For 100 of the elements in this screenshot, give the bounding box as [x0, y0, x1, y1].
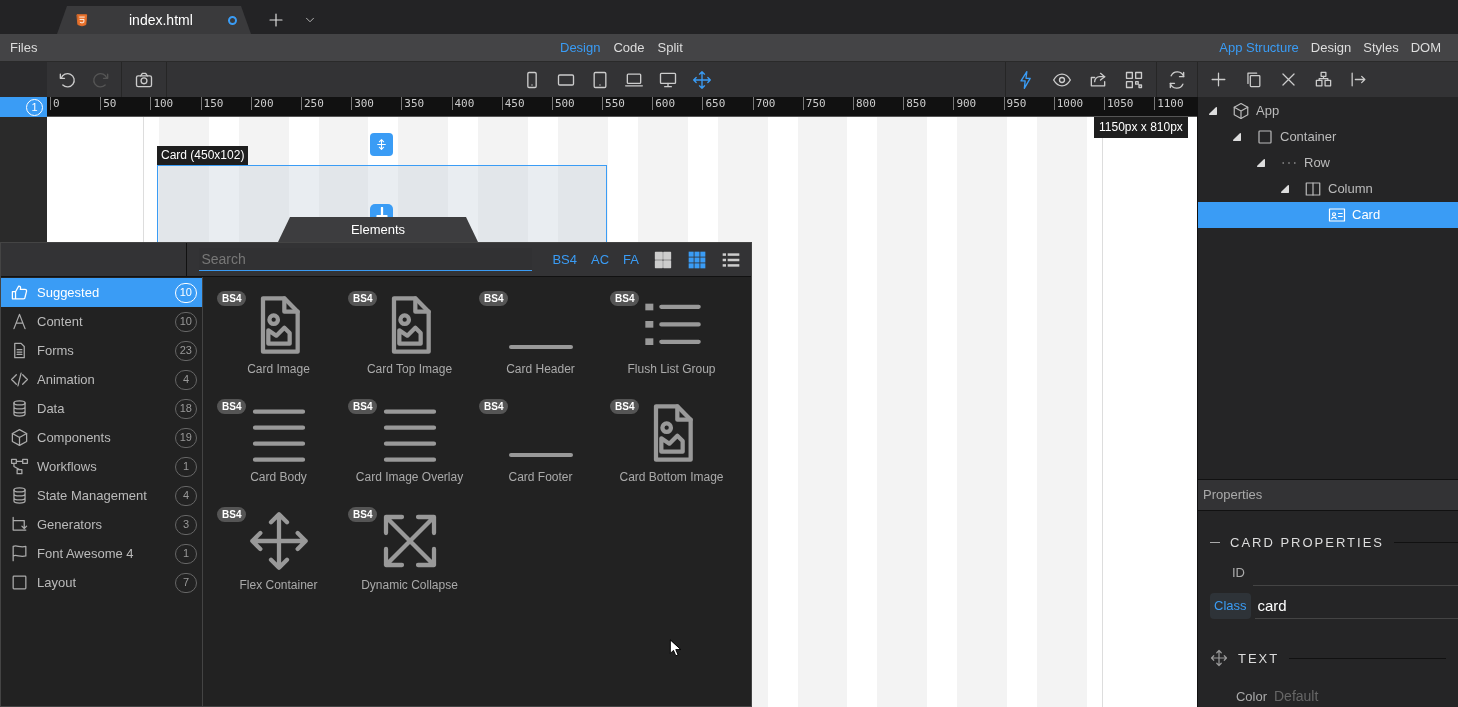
- ruler-label: 50: [100, 97, 151, 110]
- ruler-label: 0: [50, 97, 101, 110]
- element-tile[interactable]: BS4 Flush List Group: [606, 289, 737, 397]
- ruler-label: 1050: [1103, 97, 1155, 110]
- ruler-label: 350: [401, 97, 452, 110]
- qr-code-icon[interactable]: [1124, 69, 1144, 90]
- section-title: TEXT: [1238, 649, 1280, 668]
- category-item[interactable]: Animation 4: [1, 365, 202, 394]
- category-label: Layout: [37, 573, 78, 592]
- expand-triangle-icon[interactable]: [1208, 106, 1218, 116]
- panel-tab[interactable]: Elements: [278, 217, 478, 242]
- expand-triangle-icon[interactable]: [1232, 132, 1242, 142]
- badge: BS4: [479, 399, 509, 414]
- category-item[interactable]: Generators 3: [1, 510, 202, 539]
- cube-icon: [1232, 102, 1250, 120]
- element-tile[interactable]: BS4 Flex Container: [213, 505, 344, 613]
- category-label: Components: [37, 428, 112, 447]
- tile-label: Dynamic Collapse: [361, 577, 458, 594]
- expand-triangle-icon[interactable]: [1256, 158, 1266, 168]
- small-grid-icon[interactable]: [687, 249, 707, 270]
- cube-icon: [10, 428, 29, 447]
- selection-label: Card (450x102): [157, 146, 249, 165]
- tree-item[interactable]: Column: [1198, 176, 1458, 202]
- tile-label: Card Image: [247, 361, 310, 378]
- badge: BS4: [348, 507, 378, 522]
- category-item[interactable]: Components 19: [1, 423, 202, 452]
- category-item[interactable]: Content 10: [1, 307, 202, 336]
- ruler-label: 700: [752, 97, 803, 110]
- add-button[interactable]: [370, 204, 393, 217]
- panel-tab[interactable]: DOM: [1410, 37, 1441, 58]
- crop-icon: [10, 515, 29, 534]
- move-icon: [1210, 649, 1228, 668]
- dots-icon: [1282, 161, 1296, 165]
- arrow-bar-icon[interactable]: [1349, 70, 1368, 89]
- tree-item[interactable]: Row: [1198, 150, 1458, 176]
- filter-link[interactable]: FA: [623, 249, 639, 270]
- add-tab-icon[interactable]: [267, 11, 285, 29]
- document-tab[interactable]: index.html: [57, 6, 251, 34]
- badge: BS4: [610, 399, 640, 414]
- expand-triangle-icon[interactable]: [1280, 184, 1290, 194]
- ruler-label: 550: [602, 97, 653, 110]
- move-icon[interactable]: [692, 69, 712, 90]
- delete-icon[interactable]: [1279, 70, 1298, 89]
- thumbs-up-icon: [10, 283, 29, 302]
- panel-tab[interactable]: Design: [1310, 37, 1352, 58]
- view-tab[interactable]: Split: [657, 37, 683, 58]
- columns-icon: [1304, 180, 1322, 198]
- element-tile[interactable]: BS4 Card Bottom Image: [606, 397, 737, 505]
- category-item[interactable]: Layout 7: [1, 568, 202, 597]
- category-label: Font Awesome 4: [37, 544, 135, 563]
- ruler-label: 750: [802, 97, 853, 110]
- files-button[interactable]: Files: [0, 37, 47, 58]
- tree-label: Container: [1280, 128, 1337, 147]
- element-tile[interactable]: BS4 Dynamic Collapse: [344, 505, 475, 613]
- tree-label: Card: [1352, 206, 1381, 225]
- ruler-label: 250: [300, 97, 352, 110]
- category-label: Suggested: [37, 283, 101, 302]
- category-item[interactable]: State Management 4: [1, 481, 202, 510]
- category-item[interactable]: Forms 23: [1, 336, 202, 365]
- tile-label: Card Top Image: [366, 361, 453, 378]
- input-field[interactable]: card: [1254, 592, 1458, 619]
- panel-title: Properties: [1203, 486, 1263, 504]
- ruler-label: 950: [1003, 97, 1054, 110]
- insert-above-button[interactable]: [370, 133, 393, 156]
- view-tab[interactable]: Code: [613, 37, 645, 58]
- category-item[interactable]: Workflows 1: [1, 452, 202, 481]
- element-tile[interactable]: BS4 Card Top Image: [344, 289, 475, 397]
- element-tile[interactable]: BS4 Card Body: [213, 397, 344, 505]
- field-label: Color: [1235, 687, 1267, 706]
- category-label: Generators: [37, 515, 104, 534]
- badge: BS4: [217, 507, 247, 522]
- element-tile[interactable]: BS4 Card Image Overlay: [344, 397, 475, 505]
- category-item[interactable]: Data 18: [1, 394, 202, 423]
- filter-link[interactable]: BS4: [552, 249, 578, 270]
- section-title: CARD PROPERTIES: [1230, 534, 1384, 552]
- tree-label: App: [1256, 102, 1280, 121]
- badge: BS4: [348, 291, 378, 306]
- refresh-icon[interactable]: [1167, 69, 1187, 90]
- category-label: Workflows: [37, 457, 98, 476]
- category-item[interactable]: Font Awesome 4 1: [1, 539, 202, 568]
- html5-icon: [75, 12, 89, 28]
- tree-item[interactable]: Container: [1198, 124, 1458, 150]
- tree-label: Row: [1304, 154, 1330, 173]
- add-icon[interactable]: [1209, 70, 1228, 89]
- move-vertical-icon: [375, 137, 388, 152]
- tree-item[interactable]: App: [1198, 98, 1458, 124]
- category-label: Data: [37, 399, 66, 418]
- copy-icon[interactable]: [1244, 70, 1263, 89]
- color-field[interactable]: Default: [1271, 686, 1458, 707]
- database-icon: [10, 399, 29, 418]
- panel-tab[interactable]: Styles: [1363, 37, 1399, 58]
- panel-toolbar[interactable]: Search BS4 AC FA: [1, 243, 751, 277]
- hierarchy-icon[interactable]: [1314, 70, 1333, 89]
- element-tile[interactable]: BS4 Card Header: [475, 289, 606, 397]
- filter-link[interactable]: AC: [591, 249, 610, 270]
- element-tile[interactable]: BS4 Card Image: [213, 289, 344, 397]
- element-tile[interactable]: BS4 Card Footer: [475, 397, 606, 505]
- large-grid-icon[interactable]: [653, 249, 673, 270]
- ruler-label: 600: [652, 97, 703, 110]
- ruler-label: 1000: [1053, 97, 1104, 110]
